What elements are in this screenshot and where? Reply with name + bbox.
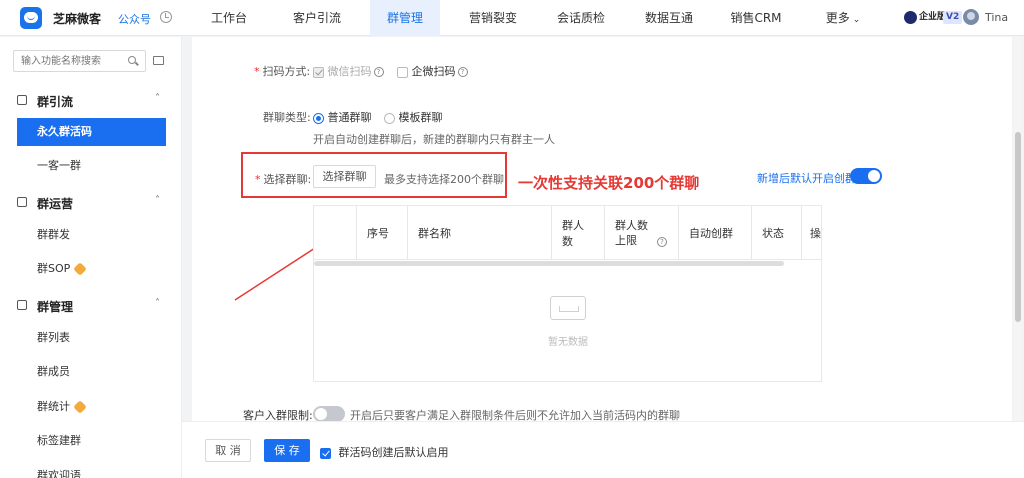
sidebar-group-group-acquisition[interactable]: 群引流 ˄ [0,88,182,114]
checkbox-wechat-scan [313,66,324,78]
nav-workbench[interactable]: 工作台 [199,0,259,36]
scan-method-label: * 扫码方式: [254,65,311,78]
sidebar-group-group-operation[interactable]: 群运营 ˄ [0,190,182,216]
sidebar-item-label: 群统计 [37,400,70,413]
table-header-member-limit: 群人数上限? [604,206,678,260]
chevron-up-icon: ˄ [155,93,160,104]
edition-badge-label: 企业版 [919,12,947,22]
sidebar-item-group-broadcast[interactable]: 群群发 [17,221,166,249]
chevron-up-icon: ˄ [155,195,160,206]
nav-group-management[interactable]: 群管理 [370,0,440,36]
vertical-scrollbar[interactable] [1014,37,1022,421]
version-tag: V2 [943,11,963,24]
radio-template-group[interactable] [384,112,395,124]
collapse-sidebar-icon[interactable] [153,56,164,65]
auto-enable-label: 群活码创建后默认启用 [338,446,449,459]
scrollbar-thumb[interactable] [1015,132,1021,322]
table-header: 序号 群名称 群人数 群人数上限? 自动创群 状态 操 [314,206,821,260]
group-type-template[interactable]: 模板群聊 [384,109,443,125]
nav-data-interop[interactable]: 数据互通 [636,0,702,36]
help-icon[interactable]: ? [657,237,667,247]
history-icon[interactable] [160,11,172,23]
nav-more[interactable]: 更多 ⌄ [818,0,868,36]
chevron-down-icon: ⌄ [852,15,861,25]
group-chat-icon [17,300,27,310]
avatar[interactable] [963,9,979,25]
sidebar-item-permanent-group-code[interactable]: 永久群活码 [17,118,166,146]
enterprise-icon [904,11,917,24]
brand-name: 芝麻微客 [53,12,102,26]
nav-customer-acquisition[interactable]: 客户引流 [285,0,349,36]
select-group-label: * 选择群聊: [255,173,312,186]
nav-more-label: 更多 [825,11,850,25]
table-header-status: 状态 [751,206,801,260]
form-footer: 取 消 保 存 群活码创建后默认启用 [182,421,1024,478]
group-type-normal[interactable]: 普通群聊 [313,109,372,125]
annotation-text: 一次性支持关联200个群聊 [518,174,700,192]
group-type-template-label: 模板群聊 [398,111,443,124]
help-icon: ? [373,67,384,77]
sidebar-item-group-welcome[interactable]: 群欢迎语 [17,462,166,478]
search-icon[interactable] [128,56,136,64]
vip-icon [73,262,88,276]
sidebar-item-group-stats[interactable]: 群统计 [17,393,166,421]
help-icon[interactable]: ? [457,67,468,77]
checkbox-auto-enable[interactable] [320,447,331,459]
table-header-auto-create: 自动创群 [678,206,751,260]
scan-option-wechat-label: 微信扫码 [327,65,372,78]
group-table: 序号 群名称 群人数 群人数上限? 自动创群 状态 操 暂无数据 [313,205,822,382]
select-group-hint: 最多支持选择200个群聊 [384,173,504,186]
nav-marketing-fission[interactable]: 营销裂变 [460,0,526,36]
sidebar: 群引流 ˄ 永久群活码 一客一群 群运营 ˄ 群群发 群SOP 群管理 ˄ 群列… [0,37,182,478]
table-header-actions: 操 [801,206,821,260]
sidebar-item-label: 群SOP [37,262,71,275]
auto-create-toggle[interactable] [850,168,882,184]
table-header-name: 群名称 [407,206,551,260]
top-navigation-bar: 芝麻微客 公众号 工作台 客户引流 群管理 营销裂变 会话质检 数据互通 销售C… [0,0,1024,36]
auto-create-label: 新增后默认开启创群 [757,172,856,185]
table-header-checkbox [314,206,356,260]
auto-enable-option[interactable]: 群活码创建后默认启用 [320,444,449,460]
sidebar-group-label: 群运营 [37,197,74,211]
nav-sales-crm[interactable]: 销售CRM [722,0,790,36]
nav-session-inspection[interactable]: 会话质检 [548,0,614,36]
chevron-up-icon: ˄ [155,298,160,309]
table-header-index: 序号 [356,206,407,260]
scan-option-wecom-label: 企微扫码 [411,65,456,78]
table-header-member-count: 群人数 [551,206,604,260]
group-type-normal-label: 普通群聊 [327,111,372,124]
user-menu[interactable]: Tina [985,11,1008,24]
sidebar-group-label: 群引流 [37,95,74,109]
sidebar-item-one-customer-one-group[interactable]: 一客一群 [17,152,166,180]
sidebar-item-tag-group-creation[interactable]: 标签建群 [17,427,166,455]
sidebar-item-group-sop[interactable]: 群SOP [17,255,166,283]
sidebar-group-label: 群管理 [37,300,74,314]
group-type-hint: 开启自动创建群聊后，新建的群聊内只有群主一人 [313,133,555,146]
app-logo-icon [20,7,42,29]
radio-normal-group[interactable] [313,112,324,124]
cancel-button[interactable]: 取 消 [205,439,251,462]
select-group-button[interactable]: 选择群聊 [313,165,376,188]
join-limit-toggle[interactable] [313,406,345,422]
group-chat-icon [17,197,27,207]
save-button[interactable]: 保 存 [264,439,310,462]
vip-icon [73,400,87,414]
feature-search [13,50,146,72]
empty-box-icon [550,296,586,320]
sidebar-item-group-members[interactable]: 群成员 [17,358,166,386]
select-group-label-text: 选择群聊: [263,173,312,186]
table-horizontal-scrollbar[interactable] [314,261,784,266]
member-limit-header-label: 群人数上限 [615,219,648,247]
account-switcher[interactable]: 公众号 [118,11,151,27]
scan-option-wecom[interactable]: 企微扫码? [397,63,468,79]
scan-option-wechat: 微信扫码? [313,63,384,79]
group-add-icon [17,95,27,105]
checkbox-wecom-scan[interactable] [397,66,408,78]
scan-method-label-text: 扫码方式: [262,65,311,78]
sidebar-group-group-management[interactable]: 群管理 ˄ [0,293,182,319]
sidebar-item-group-list[interactable]: 群列表 [17,324,166,352]
group-type-label: 群聊类型: [263,111,311,124]
feature-search-input[interactable] [14,51,119,71]
empty-state-text: 暂无数据 [548,337,588,348]
